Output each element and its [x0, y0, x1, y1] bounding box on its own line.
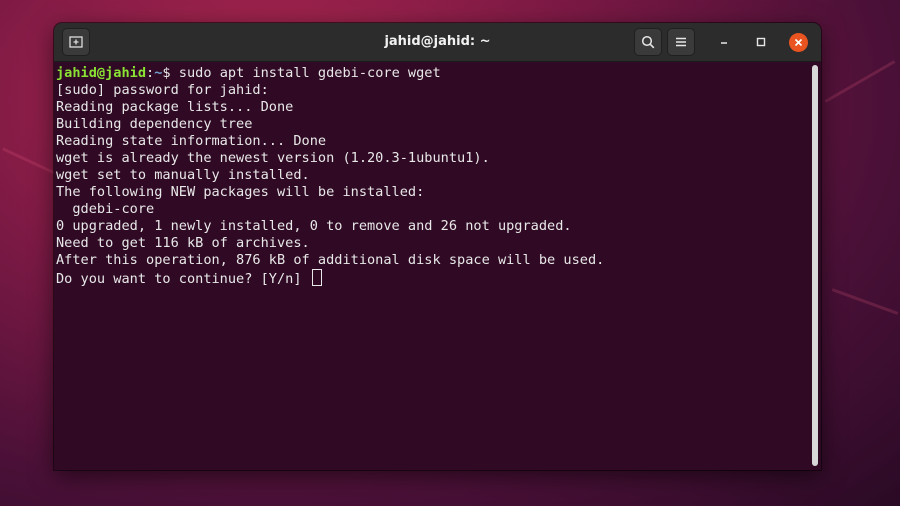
output-line: The following NEW packages will be insta… — [56, 184, 425, 200]
close-button[interactable] — [788, 32, 808, 52]
scrollbar[interactable] — [812, 65, 818, 466]
output-line: Reading state information... Done — [56, 133, 327, 149]
prompt-user-host: jahid@jahid — [56, 65, 147, 81]
close-button-bg — [788, 32, 808, 52]
search-button[interactable] — [634, 28, 662, 56]
hamburger-menu-icon — [676, 37, 686, 47]
terminal-output[interactable]: jahid@jahid:~$ sudo apt install gdebi-co… — [54, 61, 821, 470]
wallpaper-streak — [831, 288, 899, 315]
titlebar: jahid@jahid: ~ — [54, 23, 821, 62]
minimize-button[interactable] — [714, 32, 734, 52]
output-line: wget set to manually installed. — [56, 167, 310, 183]
maximize-button[interactable] — [751, 32, 771, 52]
prompt-symbol: $ — [162, 65, 179, 81]
output-line: gdebi-core — [56, 201, 155, 217]
output-line: Building dependency tree — [56, 116, 253, 132]
terminal-window: jahid@jahid: ~ jahid@jahid:~$ sudo apt i… — [54, 23, 821, 470]
text-cursor — [311, 269, 322, 286]
output-line: 0 upgraded, 1 newly installed, 0 to remo… — [56, 218, 572, 234]
wallpaper-streak — [2, 147, 58, 176]
window-title: jahid@jahid: ~ — [384, 34, 491, 49]
output-line: [sudo] password for jahid: — [56, 82, 269, 98]
output-line: Reading package lists... Done — [56, 99, 294, 115]
prompt-question-line: Do you want to continue? [Y/n] — [56, 269, 821, 287]
output-line: Need to get 116 kB of archives. — [56, 235, 310, 251]
prompt-separator: : — [146, 65, 155, 81]
output-line: wget is already the newest version (1.20… — [56, 150, 490, 166]
output-line: After this operation, 876 kB of addition… — [56, 252, 605, 268]
command-text: sudo apt install gdebi-core wget — [178, 65, 441, 81]
continue-prompt: Do you want to continue? [Y/n] — [56, 271, 310, 287]
command-line: jahid@jahid:~$ sudo apt install gdebi-co… — [56, 65, 821, 82]
maximize-icon — [756, 37, 766, 47]
search-icon — [641, 35, 655, 49]
minimize-icon — [721, 42, 727, 44]
close-icon — [794, 38, 802, 46]
menu-button[interactable] — [667, 28, 695, 56]
wallpaper-streak — [824, 60, 896, 103]
